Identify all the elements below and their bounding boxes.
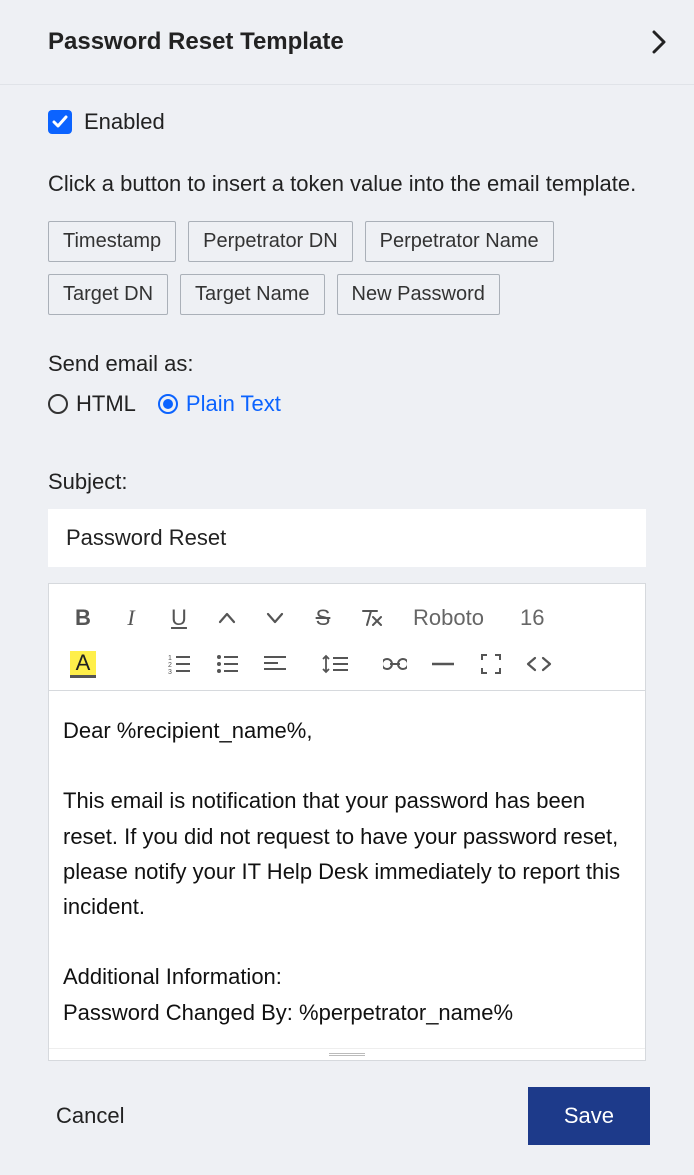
token-hint-text: Click a button to insert a token value i… [48,167,646,201]
horizontal-rule-icon[interactable] [419,644,467,684]
panel-title: Password Reset Template [48,28,344,56]
radio-plain-text[interactable] [158,394,178,414]
ordered-list-icon[interactable]: 123 [155,644,203,684]
password-reset-template-panel: Password Reset Template Enabled Click a … [0,0,694,1175]
token-row-1: Timestamp Perpetrator DN Perpetrator Nam… [48,221,646,262]
enabled-row: Enabled [48,109,646,135]
token-row-2: Target DN Target Name New Password [48,274,646,315]
svg-text:2: 2 [168,662,172,669]
panel-footer: Cancel Save [0,1061,694,1175]
subject-label: Subject: [48,469,646,495]
svg-text:3: 3 [168,669,172,674]
strikethrough-icon[interactable]: S [299,598,347,638]
fullscreen-icon[interactable] [467,644,515,684]
font-name-select[interactable]: Roboto [395,598,502,638]
svg-text:1: 1 [168,655,172,662]
align-icon[interactable] [251,644,299,684]
bold-icon[interactable]: B [59,598,107,638]
radio-option-plain-text[interactable]: Plain Text [158,391,281,417]
enabled-label[interactable]: Enabled [84,109,165,135]
subject-input[interactable] [48,509,646,567]
text-color-icon[interactable]: A [59,644,107,684]
panel-header: Password Reset Template [0,0,694,85]
underline-icon[interactable]: U [155,598,203,638]
collapse-chevron-icon[interactable] [652,30,670,54]
token-target-name-button[interactable]: Target Name [180,274,325,315]
unordered-list-icon[interactable] [203,644,251,684]
font-size-select[interactable]: 16 [502,598,562,638]
superscript-icon[interactable] [203,598,251,638]
send-as-radio-group: HTML Plain Text [48,391,646,417]
code-view-icon[interactable] [515,644,563,684]
token-new-password-button[interactable]: New Password [337,274,500,315]
radio-plain-text-label: Plain Text [186,391,281,417]
subscript-icon[interactable] [251,598,299,638]
link-icon[interactable] [371,644,419,684]
editor-textarea[interactable]: Dear %recipient_name%, This email is not… [49,691,645,1048]
save-button[interactable]: Save [528,1087,650,1145]
send-as-label: Send email as: [48,351,646,377]
italic-icon[interactable]: I [107,598,155,638]
token-perpetrator-name-button[interactable]: Perpetrator Name [365,221,554,262]
enabled-checkbox[interactable] [48,110,72,134]
token-timestamp-button[interactable]: Timestamp [48,221,176,262]
rich-text-editor: B I U S Roboto 16 A 123 [48,583,646,1061]
token-perpetrator-dn-button[interactable]: Perpetrator DN [188,221,353,262]
radio-html-label: HTML [76,391,136,417]
editor-resize-handle[interactable] [49,1048,645,1060]
panel-body: Enabled Click a button to insert a token… [0,85,694,1061]
token-target-dn-button[interactable]: Target DN [48,274,168,315]
editor-toolbar: B I U S Roboto 16 A 123 [49,584,645,691]
radio-html[interactable] [48,394,68,414]
clear-format-icon[interactable] [347,598,395,638]
radio-option-html[interactable]: HTML [48,391,136,417]
cancel-button[interactable]: Cancel [56,1103,124,1129]
line-height-icon[interactable] [311,644,359,684]
